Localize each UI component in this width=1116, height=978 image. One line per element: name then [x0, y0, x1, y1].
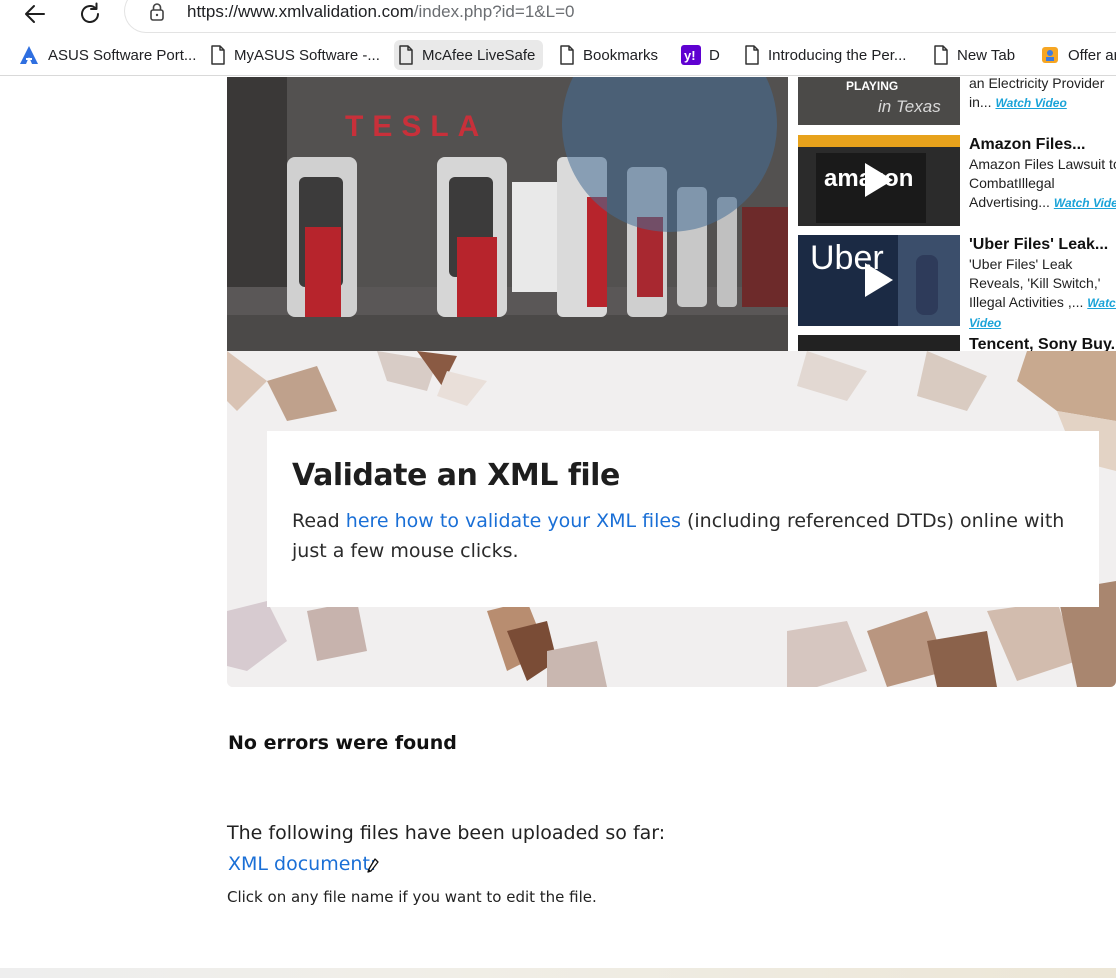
video-description: 'Uber Files' Leak Reveals, 'Kill Switch,… [969, 255, 1116, 333]
video-title[interactable]: 'Uber Files' Leak... [969, 236, 1108, 254]
video-player[interactable]: TESLA [227, 77, 788, 351]
svg-text:y!: y! [684, 48, 696, 63]
watch-video-link[interactable]: Watch Video [995, 96, 1066, 110]
bookmark-offer[interactable]: Offer ar [1036, 40, 1116, 70]
bookmark-label: Bookmarks [583, 46, 659, 64]
validate-banner: Validate an XML file Read here how to va… [227, 351, 1116, 687]
tesla-brand-text: TESLA [345, 110, 489, 143]
reload-button[interactable] [76, 0, 104, 28]
validate-card: Validate an XML file Read here how to va… [267, 431, 1099, 607]
play-icon [865, 263, 893, 297]
page-icon [211, 45, 225, 65]
validate-heading: Validate an XML file [292, 458, 620, 493]
page-icon [560, 45, 574, 65]
video-title[interactable]: Amazon Files... [969, 136, 1085, 154]
validate-text-before: Read [292, 510, 346, 532]
bookmark-label: New Tab [957, 46, 1016, 64]
thumbnail-overlay-text: in Texas [878, 97, 941, 116]
browser-toolbar: https://www.xmlvalidation.com/index.php?… [0, 0, 1116, 32]
bookmark-new-tab[interactable]: New Tab [929, 40, 1019, 70]
uploaded-files-label: The following files have been uploaded s… [227, 822, 666, 844]
page-icon [745, 45, 759, 65]
validate-description: Read here how to validate your XML files… [292, 506, 1082, 566]
bookmark-label: ASUS Software Port... [48, 46, 197, 64]
video-description: an Electricity Provider in... Watch Vide… [969, 77, 1116, 113]
edit-pencil-icon[interactable] [366, 857, 380, 875]
bookmark-mcafee-livesafe[interactable]: McAfee LiveSafe [394, 40, 544, 70]
video-thumbnail[interactable]: Uber [798, 235, 960, 326]
bookmark-asus-software-portal[interactable]: ASUS Software Port... [14, 40, 200, 70]
bookmark-label: Introducing the Per... [768, 46, 907, 64]
reload-icon [81, 2, 99, 23]
bookmark-label: McAfee LiveSafe [422, 46, 536, 64]
page-icon [399, 45, 413, 65]
bookmark-yahoo[interactable]: y! D [677, 40, 724, 70]
lock-icon[interactable] [147, 1, 167, 23]
back-arrow-icon [25, 5, 45, 23]
xml-document-link[interactable]: XML document: [228, 853, 376, 875]
asus-logo-icon [20, 46, 38, 64]
page-icon [934, 45, 948, 65]
offer-icon [1042, 47, 1058, 63]
back-button[interactable] [21, 0, 49, 28]
bookmark-myasus-software[interactable]: MyASUS Software -... [206, 40, 384, 70]
page-content: TESLA PLAYING in Texas an Electricity Pr… [0, 77, 1116, 978]
watch-video-link[interactable]: Watch Video [1054, 196, 1116, 210]
video-desc-text: 'Uber Files' Leak Reveals, 'Kill Switch,… [969, 256, 1101, 310]
bookmark-introducing[interactable]: Introducing the Per... [740, 40, 910, 70]
url-path: /index.php?id=1&L=0 [413, 2, 575, 21]
validation-status: No errors were found [228, 732, 457, 754]
edit-hint: Click on any file name if you want to ed… [227, 888, 597, 906]
yahoo-icon: y! [681, 45, 701, 65]
bookmarks-bar: ASUS Software Port... MyASUS Software -.… [0, 36, 1116, 76]
playing-label: PLAYING [846, 79, 899, 93]
bookmark-label: Offer ar [1068, 46, 1116, 64]
video-title[interactable]: Tencent, Sony Buy... [969, 336, 1116, 351]
video-thumbnail[interactable]: amazon [798, 135, 960, 226]
bookmark-label: MyASUS Software -... [234, 46, 380, 64]
bookmark-bookmarks[interactable]: Bookmarks [555, 40, 662, 70]
url-host: https://www.xmlvalidation.com [187, 2, 414, 21]
page-bottom-strip [0, 968, 1116, 978]
url-text[interactable]: https://www.xmlvalidation.com/index.php?… [187, 2, 574, 22]
bookmark-label: D [709, 46, 720, 64]
video-thumbnail[interactable]: PLAYING in Texas [798, 77, 960, 125]
play-icon [865, 163, 893, 197]
validate-howto-link[interactable]: here how to validate your XML files [346, 510, 681, 532]
video-playlist: PLAYING in Texas an Electricity Provider… [798, 77, 1116, 351]
video-thumbnail[interactable] [798, 335, 960, 351]
video-description: Amazon Files Lawsuit to CombatIllegal Ad… [969, 155, 1116, 213]
